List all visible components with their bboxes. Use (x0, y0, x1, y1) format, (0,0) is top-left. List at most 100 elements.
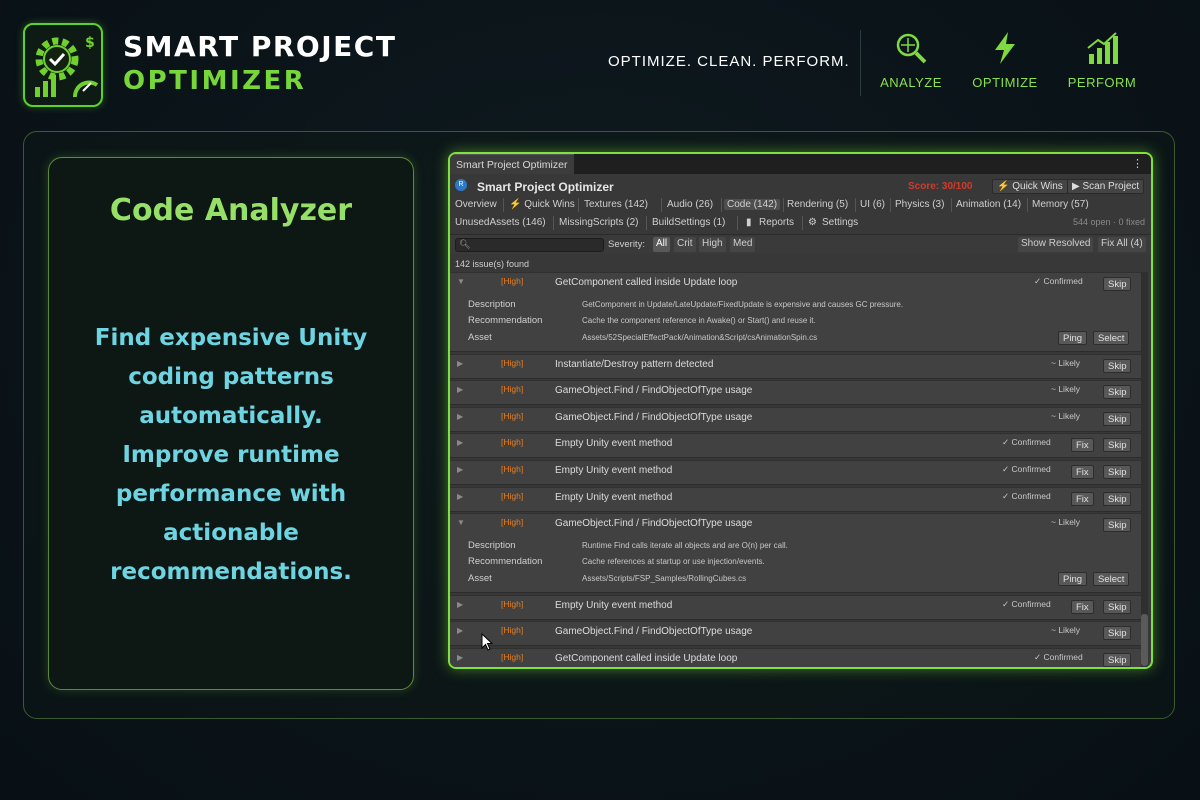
separator (855, 198, 856, 212)
expand-arrow-icon[interactable]: ▶ (457, 359, 463, 368)
severity-crit[interactable]: Crit (674, 237, 696, 252)
tab-overview[interactable]: Overview (455, 199, 497, 210)
fix-all-button[interactable]: Fix All (4) (1098, 237, 1146, 252)
issue-row[interactable]: ▶ [High] GameObject.Find / FindObjectOfTyp… (450, 406, 1143, 432)
issue-row[interactable]: ▼ [High] GetComponent called inside Update… (450, 272, 1143, 352)
asset-label: Asset (468, 573, 492, 585)
scan-project-button[interactable]: ▶ Scan Project (1067, 179, 1145, 194)
issue-row[interactable]: ▶ [High] Empty Unity event method ✓ Confirm… (450, 433, 1143, 459)
expand-arrow-icon[interactable]: ▶ (457, 653, 463, 662)
confidence-status: ✓ Confirmed (1002, 490, 1051, 501)
severity-high[interactable]: High (699, 237, 726, 252)
feature-label: ANALYZE (880, 75, 942, 90)
expand-arrow-icon[interactable]: ▶ (457, 492, 463, 501)
severity-badge: [High] (501, 625, 524, 636)
skip-button[interactable]: Skip (1103, 653, 1132, 667)
quick-wins-button[interactable]: ⚡ Quick Wins (992, 179, 1068, 194)
expand-arrow-icon[interactable]: ▶ (457, 385, 463, 394)
app-logo: $ (23, 23, 103, 107)
asset-path: Assets/Scripts/FSP_Samples/RollingCubes.… (582, 574, 747, 584)
fix-button[interactable]: Fix (1071, 438, 1094, 453)
select-button[interactable]: Select (1093, 331, 1130, 345)
issue-row[interactable]: ▼ [High] GameObject.Find / FindObjectOfTyp… (450, 513, 1143, 594)
issue-row[interactable]: ▶ [High] GameObject.Find / FindObjectOfTyp… (450, 380, 1143, 406)
issue-row[interactable]: ▶ [High] GetComponent called inside Update… (450, 648, 1143, 667)
severity-badge: [High] (501, 490, 524, 501)
scrollbar[interactable] (1141, 272, 1148, 667)
tab-ui[interactable]: UI (6) (860, 199, 885, 210)
issue-title: GetComponent called inside Update loop (555, 653, 738, 664)
fix-button[interactable]: Fix (1071, 599, 1094, 614)
severity-badge: [High] (501, 437, 524, 448)
severity-med[interactable]: Med (730, 237, 756, 252)
show-resolved-button[interactable]: Show Resolved (1018, 237, 1094, 252)
bar-chart-icon (1087, 32, 1118, 64)
optimizer-window: Smart Project Optimizer ⋮ R Smart Projec… (448, 152, 1153, 669)
expand-arrow-icon[interactable]: ▶ (457, 412, 463, 421)
issue-list: ▼ [High] GetComponent called inside Update… (450, 272, 1143, 667)
tab-unused-assets[interactable]: UnusedAssets (146) (455, 217, 546, 228)
expand-arrow-icon[interactable]: ▶ (457, 465, 463, 474)
brand-subtitle: OPTIMIZER (123, 66, 307, 96)
feature-optimize: OPTIMIZE (960, 30, 1050, 90)
filter-bar: 🔍︎ Severity: All Crit High Med Show Reso… (450, 234, 1151, 254)
skip-button[interactable]: Skip (1103, 491, 1132, 506)
tab-audio[interactable]: Audio (26) (667, 199, 713, 210)
tab-physics[interactable]: Physics (3) (895, 199, 944, 210)
mouse-cursor-icon (481, 633, 493, 651)
skip-button[interactable]: Skip (1103, 518, 1132, 533)
ping-button[interactable]: Ping (1058, 331, 1088, 345)
tab-missing-scripts[interactable]: MissingScripts (2) (559, 217, 638, 228)
recommendation-value: Cache the component reference in Awake()… (582, 316, 816, 325)
skip-button[interactable]: Skip (1103, 358, 1132, 373)
tab-code[interactable]: Code (142) (724, 199, 781, 210)
confidence-status: ✓ Confirmed (1002, 598, 1051, 609)
issue-row[interactable]: ▶ [High] Empty Unity event method ✓ Confirm… (450, 460, 1143, 485)
scrollbar-thumb[interactable] (1141, 614, 1148, 666)
fix-button[interactable]: Fix (1071, 465, 1094, 479)
separator (646, 216, 647, 230)
ping-button[interactable]: Ping (1058, 572, 1088, 587)
tab-memory[interactable]: Memory (57) (1032, 199, 1089, 210)
window-tab-bar: Smart Project Optimizer ⋮ (450, 154, 1151, 174)
tab-rendering[interactable]: Rendering (5) (787, 199, 848, 210)
expand-arrow-icon[interactable]: ▶ (457, 438, 463, 447)
collapse-arrow-icon[interactable]: ▼ (457, 518, 465, 527)
issue-title: Empty Unity event method (555, 465, 673, 476)
expand-arrow-icon[interactable]: ▶ (457, 626, 463, 635)
severity-all[interactable]: All (653, 237, 671, 252)
issue-count: 142 issue(s) found (455, 259, 530, 269)
skip-button[interactable]: Skip (1103, 438, 1132, 453)
header-divider (860, 30, 861, 96)
tab-textures[interactable]: Textures (142) (584, 199, 648, 210)
tab-quick-wins[interactable]: ⚡ Quick Wins (509, 199, 575, 210)
search-input[interactable]: 🔍︎ (455, 238, 604, 252)
tab-build-settings[interactable]: BuildSettings (1) (652, 217, 725, 228)
tab-settings[interactable]: Settings (822, 217, 858, 228)
category-tabs-row-2: UnusedAssets (146) MissingScripts (2) Bu… (450, 215, 1151, 232)
select-button[interactable]: Select (1093, 572, 1130, 587)
window-tab[interactable]: Smart Project Optimizer (450, 154, 574, 174)
expand-arrow-icon[interactable]: ▶ (457, 600, 463, 609)
confidence-status: ~ Likely (1051, 384, 1081, 395)
severity-badge: [High] (501, 464, 524, 474)
kebab-menu-icon[interactable]: ⋮ (1132, 157, 1143, 170)
skip-button[interactable]: Skip (1103, 411, 1132, 426)
tab-reports[interactable]: Reports (759, 217, 794, 228)
skip-button[interactable]: Skip (1103, 385, 1132, 400)
skip-button[interactable]: Skip (1103, 626, 1132, 641)
fix-button[interactable]: Fix (1071, 491, 1094, 506)
collapse-arrow-icon[interactable]: ▼ (457, 277, 465, 286)
skip-button[interactable]: Skip (1103, 465, 1132, 479)
issue-row[interactable]: ▶ [High] GameObject.Find / FindObjectOfTyp… (450, 621, 1143, 647)
lightning-icon (995, 32, 1015, 64)
skip-button[interactable]: Skip (1103, 277, 1132, 291)
svg-text:$: $ (85, 35, 95, 51)
search-icon: 🔍︎ (459, 239, 471, 249)
recommendation-label: Recommendation (468, 315, 543, 326)
issue-row[interactable]: ▶ [High] Instantiate/Destroy pattern detec… (450, 353, 1143, 379)
tab-animation[interactable]: Animation (14) (956, 199, 1021, 210)
issue-row[interactable]: ▶ [High] Empty Unity event method ✓ Confirm… (450, 594, 1143, 620)
issue-row[interactable]: ▶ [High] Empty Unity event method ✓ Confirm… (450, 486, 1143, 512)
skip-button[interactable]: Skip (1103, 599, 1132, 614)
